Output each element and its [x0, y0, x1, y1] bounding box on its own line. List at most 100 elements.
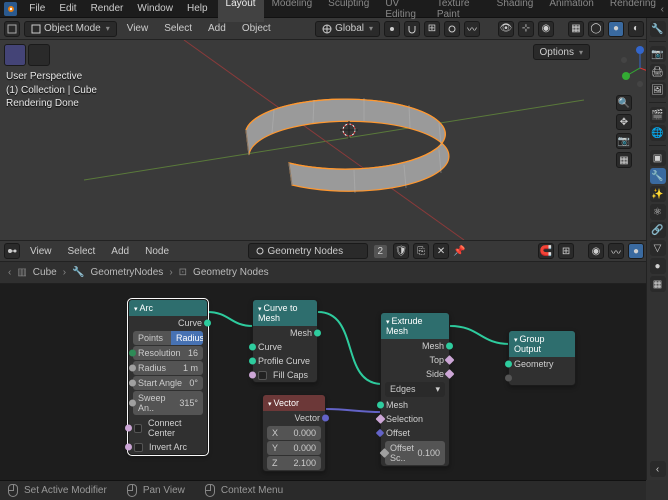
editor-type-icon[interactable] — [4, 21, 20, 37]
vp-menu-add[interactable]: Add — [202, 21, 232, 36]
chevron-left-icon[interactable]: ‹ — [8, 267, 11, 278]
prop-modifier-icon[interactable]: 🔧 — [650, 168, 666, 184]
camera-gizmo-icon[interactable]: 📷 — [616, 133, 632, 149]
node-arc-header[interactable]: Arc — [129, 300, 207, 316]
arc-sweep-angle-field[interactable]: Sweep An..315° — [133, 391, 203, 415]
menu-file[interactable]: File — [23, 1, 51, 16]
blender-logo-icon[interactable] — [4, 2, 17, 16]
ne-menu-node[interactable]: Node — [139, 244, 175, 259]
node-vector[interactable]: Vector Vector X0.000 Y0.000 Z2.100 — [262, 394, 326, 472]
node-curve-to-mesh[interactable]: Curve to Mesh Mesh Curve Profile Curve F… — [252, 299, 318, 383]
tab-shading[interactable]: Shading — [489, 0, 542, 22]
snap-icon[interactable] — [404, 21, 420, 37]
tab-texture-paint[interactable]: Texture Paint — [429, 0, 489, 22]
vector-x-field[interactable]: X0.000 — [267, 426, 321, 440]
node-group-output[interactable]: Group Output Geometry — [508, 330, 576, 386]
proportional-edit-icon[interactable] — [444, 21, 460, 37]
proportional-falloff-icon[interactable]: 〰 — [464, 21, 480, 37]
solid-node-icon[interactable]: ● — [628, 243, 644, 259]
arc-connect-center-checkbox[interactable]: Connect Center — [129, 416, 207, 440]
c2m-fill-caps-checkbox[interactable]: Fill Caps — [253, 368, 317, 382]
node-editor-canvas[interactable]: Arc Curve PointsRadius Resolution16 Radi… — [0, 284, 668, 480]
shading-material-icon[interactable]: ◐ — [628, 21, 644, 37]
extrude-mode-dropdown[interactable]: Edges▾ — [385, 382, 445, 397]
perspective-gizmo-icon[interactable]: ▦ — [616, 152, 632, 168]
tab-animation[interactable]: Animation — [541, 0, 601, 22]
node-arc[interactable]: Arc Curve PointsRadius Resolution16 Radi… — [128, 299, 208, 455]
transform-orientation-dropdown[interactable]: Global — [315, 21, 380, 37]
prop-scene-icon[interactable]: 🎬 — [650, 107, 666, 123]
menu-help[interactable]: Help — [181, 1, 214, 16]
vector-y-field[interactable]: Y0.000 — [267, 441, 321, 455]
gizmo-toggle-icon[interactable]: ⊹ — [518, 21, 534, 37]
viewport-toolbar: Options — [4, 44, 50, 66]
node-vector-header[interactable]: Vector — [263, 395, 325, 411]
new-nodegroup-icon[interactable]: ⎘ — [413, 243, 429, 259]
arc-invert-checkbox[interactable]: Invert Arc — [129, 440, 207, 454]
menu-render[interactable]: Render — [85, 1, 130, 16]
prop-physics-icon[interactable]: ⚛ — [650, 204, 666, 220]
shading-wireframe-icon[interactable]: ◯ — [588, 21, 604, 37]
arc-resolution-field[interactable]: Resolution16 — [133, 346, 203, 360]
prop-texture-icon[interactable]: ▦ — [650, 276, 666, 292]
interaction-mode-dropdown[interactable]: Object Mode — [24, 21, 117, 37]
prop-world-icon[interactable]: 🌐 — [650, 125, 666, 141]
pivot-point-icon[interactable] — [384, 21, 400, 37]
prop-tool-icon[interactable]: 🔧 — [650, 21, 666, 37]
prop-view-icon[interactable]: 🖼 — [650, 82, 666, 98]
tab-uv-editing[interactable]: UV Editing — [377, 0, 429, 22]
tab-layout[interactable]: Layout — [218, 0, 264, 22]
sidebar-collapse-icon[interactable]: ‹ — [650, 461, 666, 477]
snap-node-icon[interactable]: 🧲 — [538, 243, 554, 259]
node-c2m-header[interactable]: Curve to Mesh — [253, 300, 317, 326]
cursor-tool-icon[interactable] — [28, 44, 50, 66]
editor-type-node-icon[interactable] — [4, 243, 20, 259]
fake-user-icon[interactable]: 🛡 — [393, 243, 409, 259]
snap-type-icon[interactable]: ⊞ — [558, 243, 574, 259]
move-gizmo-icon[interactable]: ✥ — [616, 114, 632, 130]
node-extrude-mesh[interactable]: Extrude Mesh Mesh Top Side Edges▾ Mesh S… — [380, 312, 450, 467]
unlink-icon[interactable]: ✕ — [433, 243, 449, 259]
node-output-header[interactable]: Group Output — [509, 331, 575, 357]
arc-radius-field[interactable]: Radius1 m — [133, 361, 203, 375]
vp-menu-object[interactable]: Object — [236, 21, 277, 36]
arc-start-angle-field[interactable]: Start Angle0° — [133, 376, 203, 390]
menu-edit[interactable]: Edit — [53, 1, 82, 16]
node-extrude-header[interactable]: Extrude Mesh — [381, 313, 449, 339]
shading-solid-icon[interactable]: ● — [608, 21, 624, 37]
prop-output-icon[interactable]: 🖨 — [650, 64, 666, 80]
ne-menu-add[interactable]: Add — [105, 244, 135, 259]
ne-menu-view[interactable]: View — [24, 244, 58, 259]
vp-menu-view[interactable]: View — [121, 21, 155, 36]
prop-material-icon[interactable]: ● — [650, 258, 666, 274]
tab-modeling[interactable]: Modeling — [264, 0, 321, 22]
prop-particle-icon[interactable]: ✨ — [650, 186, 666, 202]
overlay-node-icon[interactable]: ◉ — [588, 243, 604, 259]
wire-icon[interactable]: 〰 — [608, 243, 624, 259]
xray-icon[interactable]: ▦ — [568, 21, 584, 37]
3d-viewport[interactable]: Options User Perspective (1) Collection … — [0, 40, 668, 240]
crumb-modifier[interactable]: GeometryNodes — [91, 267, 164, 278]
vector-z-field[interactable]: Z2.100 — [267, 456, 321, 470]
zoom-gizmo-icon[interactable]: 🔍 — [616, 95, 632, 111]
snap-element-icon[interactable]: ⊞ — [424, 21, 440, 37]
prop-render-icon[interactable]: 📷 — [650, 46, 666, 62]
users-count[interactable]: 2 — [374, 245, 388, 258]
prop-data-icon[interactable]: ▽ — [650, 240, 666, 256]
prop-constraint-icon[interactable]: 🔗 — [650, 222, 666, 238]
crumb-group[interactable]: Geometry Nodes — [193, 267, 269, 278]
extrude-offset-scale-field[interactable]: Offset Sc..0.100 — [385, 441, 445, 465]
pin-icon[interactable]: 📌 — [453, 246, 465, 257]
prop-object-icon[interactable]: ▣ — [650, 150, 666, 166]
vp-menu-select[interactable]: Select — [158, 21, 198, 36]
overlays-icon[interactable]: ◉ — [538, 21, 554, 37]
select-tool-icon[interactable] — [4, 44, 26, 66]
node-group-selector[interactable]: Geometry Nodes — [248, 243, 368, 259]
menu-window[interactable]: Window — [131, 1, 179, 16]
crumb-object[interactable]: Cube — [33, 267, 57, 278]
ne-menu-select[interactable]: Select — [62, 244, 102, 259]
arc-mode-toggle[interactable]: PointsRadius — [133, 331, 203, 345]
visibility-icon[interactable]: 👁 — [498, 21, 514, 37]
tab-sculpting[interactable]: Sculpting — [320, 0, 377, 22]
panel-collapse-icon[interactable]: ‹ — [661, 4, 664, 15]
